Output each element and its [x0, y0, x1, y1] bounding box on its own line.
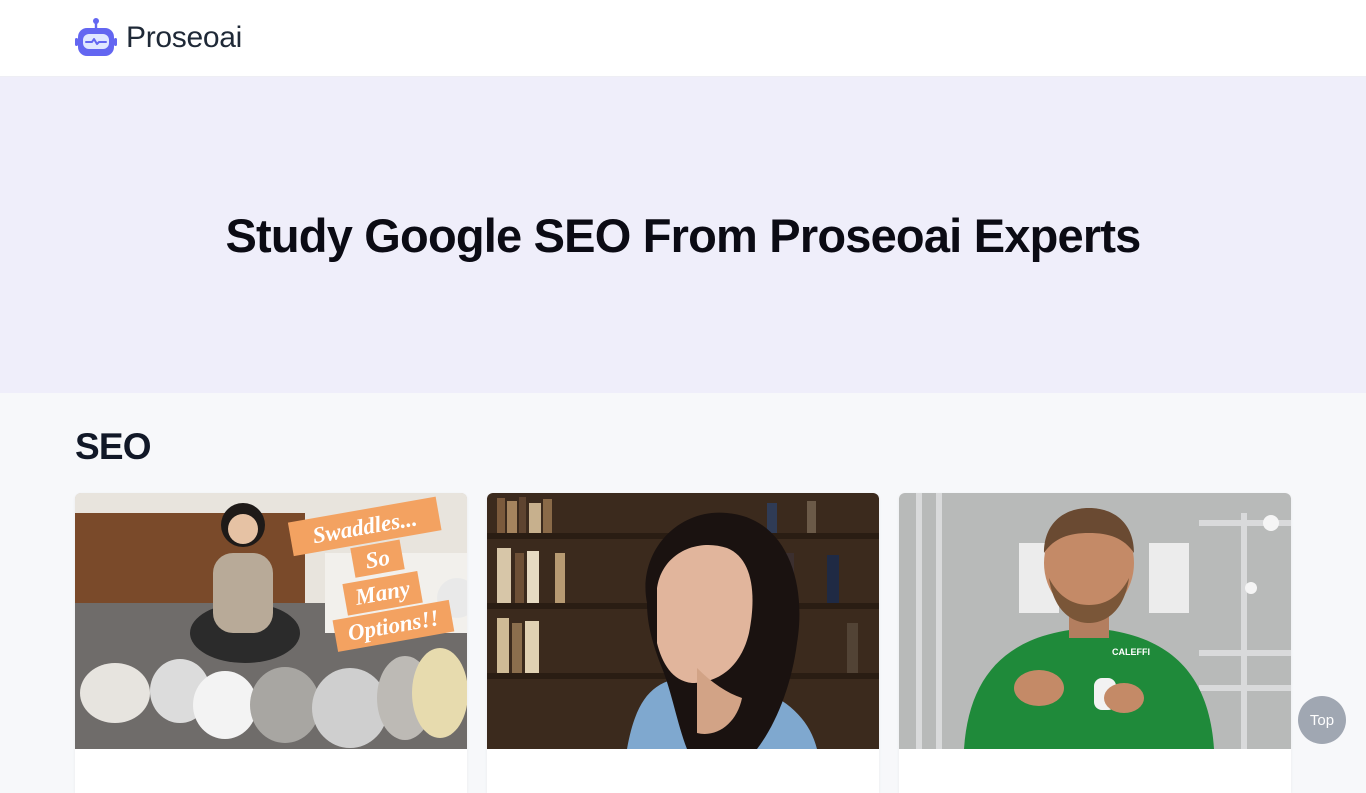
woman-bookshelf-thumbnail[interactable]: [487, 493, 879, 749]
hero-banner: Study Google SEO From Proseoai Experts: [0, 77, 1366, 393]
article-card[interactable]: CALEFFI: [899, 493, 1291, 793]
brand-logo-link[interactable]: Proseoai: [75, 17, 242, 59]
article-card[interactable]: Swaddles... So Many Options!!: [75, 493, 467, 793]
article-card-grid: Swaddles... So Many Options!! CALEFFI: [75, 493, 1291, 793]
site-header: Proseoai: [0, 0, 1366, 77]
scroll-to-top-button[interactable]: Top: [1298, 696, 1346, 744]
brand-name: Proseoai: [126, 21, 243, 54]
seo-section: SEO Swaddles... So Many Options!! CALEFF…: [0, 393, 1366, 793]
plumber-caleffi-thumbnail[interactable]: CALEFFI: [899, 493, 1291, 749]
overlay-line-2: So: [363, 545, 391, 574]
swaddles-video-thumbnail[interactable]: Swaddles... So Many Options!!: [75, 493, 467, 749]
robot-icon: [75, 18, 117, 56]
hero-title: Study Google SEO From Proseoai Experts: [225, 208, 1141, 262]
article-card[interactable]: [487, 493, 879, 793]
section-title: SEO: [75, 426, 152, 467]
shirt-logo-text: CALEFFI: [1112, 647, 1150, 657]
